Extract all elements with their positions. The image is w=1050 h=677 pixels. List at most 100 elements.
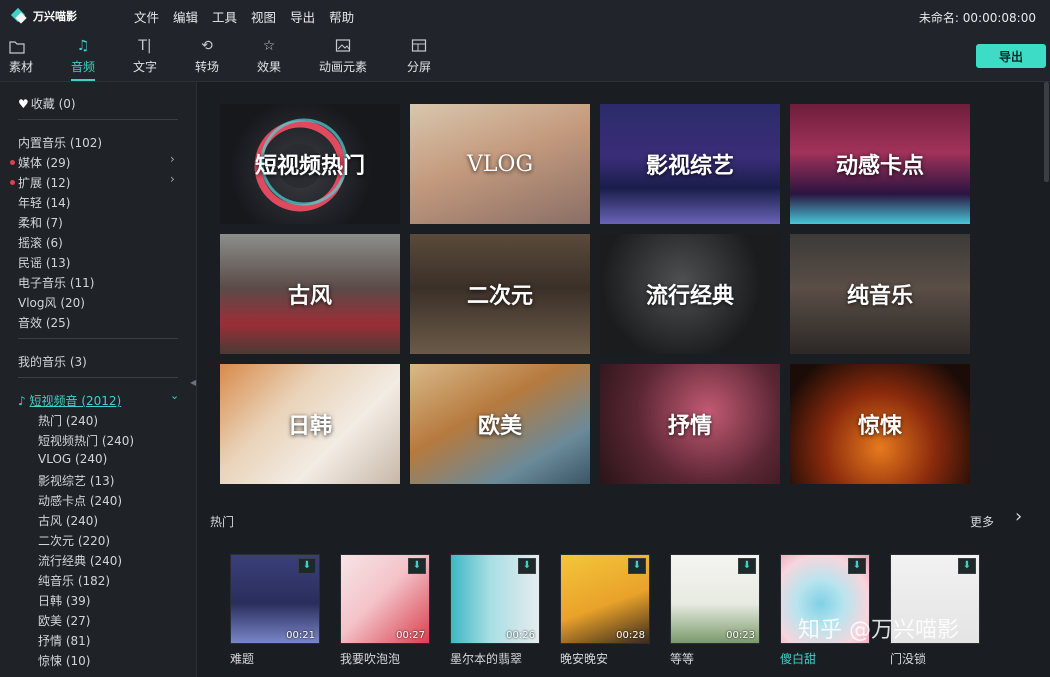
menu-file[interactable]: 文件: [127, 7, 166, 26]
sidebar-sub-variety[interactable]: 影视综艺 (13): [38, 472, 114, 489]
download-icon[interactable]: ⬇: [628, 558, 646, 574]
collapse-handle-icon[interactable]: ◀: [190, 378, 196, 387]
tab-audio[interactable]: ♫ 音频: [71, 36, 96, 81]
sidebar-sub-pure-music[interactable]: 纯音乐 (182): [38, 572, 110, 589]
export-button[interactable]: 导出: [976, 44, 1046, 68]
tab-text[interactable]: T| 文字: [133, 36, 157, 75]
category-tile[interactable]: 日韩: [220, 364, 400, 484]
tab-effects[interactable]: ☆ 效果: [257, 36, 281, 75]
app-logo: 万兴喵影: [13, 8, 113, 24]
sidebar-sub-vlog[interactable]: VLOG (240): [38, 452, 107, 466]
download-icon[interactable]: ⬇: [958, 558, 976, 574]
category-tile[interactable]: 二次元: [410, 234, 590, 354]
download-icon[interactable]: ⬇: [298, 558, 316, 574]
sidebar-sub-western[interactable]: 欧美 (27): [38, 612, 90, 629]
image-icon: [335, 39, 351, 52]
sidebar-sub-pop-classic[interactable]: 流行经典 (240): [38, 552, 122, 569]
sidebar-item-electronic[interactable]: 电子音乐 (11): [18, 274, 94, 291]
category-tile[interactable]: 纯音乐: [790, 234, 970, 354]
song-title: 晚安晚安: [560, 652, 609, 666]
sidebar-sub-beat[interactable]: 动感卡点 (240): [38, 492, 122, 509]
category-tile[interactable]: 流行经典: [600, 234, 780, 354]
category-tile[interactable]: VLOG: [410, 104, 590, 224]
sidebar-item-media[interactable]: 媒体 (29): [18, 154, 70, 171]
category-tile[interactable]: 短视频热门: [220, 104, 400, 224]
more-link[interactable]: 更多: [970, 513, 994, 530]
sidebar-item-vlog-style[interactable]: Vlog风 (20): [18, 294, 85, 311]
chevron-right-icon[interactable]: ›: [170, 152, 175, 166]
category-tile[interactable]: 抒情: [600, 364, 780, 484]
sidebar-item-sound-effects[interactable]: 音效 (25): [18, 314, 70, 331]
song-cover: ⬇ 00:27: [340, 554, 430, 644]
sidebar-sub-short-video-hot[interactable]: 短视频热门 (240): [38, 432, 134, 449]
alert-dot-icon: [10, 160, 15, 165]
category-sidebar: ♥ 收藏 (0) 内置音乐 (102) 媒体 (29) › 扩展 (12) › 年…: [0, 82, 197, 677]
chevron-down-icon[interactable]: ⌄: [170, 389, 179, 402]
section-title-hot: 热门: [210, 515, 235, 529]
category-tile[interactable]: 欧美: [410, 364, 590, 484]
text-icon: T|: [138, 38, 152, 54]
sidebar-sub-jpkr[interactable]: 日韩 (39): [38, 592, 90, 609]
category-tile[interactable]: 惊悚: [790, 364, 970, 484]
alert-dot-icon: [10, 180, 15, 185]
download-icon[interactable]: ⬇: [848, 558, 866, 574]
divider: [18, 119, 178, 120]
tab-media[interactable]: 素材: [9, 36, 33, 75]
song-card[interactable]: ⬇ 00:23 等等: [670, 554, 760, 667]
vertical-scrollbar[interactable]: [1044, 82, 1049, 182]
song-title: 门没锁: [890, 652, 927, 666]
app-name: 万兴喵影: [33, 10, 77, 23]
song-duration: 00:28: [616, 630, 645, 641]
sidebar-item-young[interactable]: 年轻 (14): [18, 194, 70, 211]
sidebar-item-folk[interactable]: 民谣 (13): [18, 254, 70, 271]
song-duration: 00:23: [726, 630, 755, 641]
song-card[interactable]: ⬇ 00:26 墨尔本的翡翠: [450, 554, 540, 667]
sidebar-item-favorites[interactable]: ♥ 收藏 (0): [18, 95, 76, 112]
heart-icon: ♥: [18, 97, 29, 111]
tab-transition[interactable]: ⟲ 转场: [195, 36, 219, 75]
sidebar-item-my-music[interactable]: 我的音乐 (3): [18, 353, 87, 370]
folder-icon: [9, 41, 25, 54]
sidebar-item-builtin[interactable]: 内置音乐 (102): [18, 134, 102, 151]
chevron-right-icon[interactable]: ›: [1015, 506, 1022, 527]
watermark: 知乎 @万兴喵影: [798, 618, 959, 643]
menu-edit[interactable]: 编辑: [166, 7, 205, 26]
song-cover: ⬇ 00:21: [230, 554, 320, 644]
tab-split-screen[interactable]: 分屏: [407, 36, 431, 75]
menu-help[interactable]: 帮助: [322, 7, 361, 26]
sidebar-item-rock[interactable]: 摇滚 (6): [18, 234, 63, 251]
song-title: 傻白甜: [780, 652, 817, 666]
logo-icon: [13, 8, 27, 24]
menu-tools[interactable]: 工具: [205, 7, 244, 26]
sidebar-sub-ancient[interactable]: 古风 (240): [38, 512, 98, 529]
menu-export[interactable]: 导出: [283, 7, 322, 26]
sidebar-sub-lyric[interactable]: 抒情 (81): [38, 632, 90, 649]
effects-icon: ☆: [262, 38, 276, 54]
project-title-duration: 未命名: 00:00:08:00: [918, 11, 1036, 25]
song-card[interactable]: ⬇ 00:28 晚安晚安: [560, 554, 650, 667]
download-icon[interactable]: ⬇: [408, 558, 426, 574]
category-tile[interactable]: 古风: [220, 234, 400, 354]
sidebar-sub-thriller[interactable]: 惊悚 (10): [38, 652, 90, 669]
category-tile[interactable]: 影视综艺: [600, 104, 780, 224]
sidebar-item-extend[interactable]: 扩展 (12): [18, 174, 70, 191]
song-duration: 00:26: [506, 630, 535, 641]
sidebar-sub-hot[interactable]: 热门 (240): [38, 412, 98, 429]
song-card[interactable]: ⬇ 门没锁: [890, 554, 980, 667]
sidebar-item-soft[interactable]: 柔和 (7): [18, 214, 63, 231]
category-tile[interactable]: 动感卡点: [790, 104, 970, 224]
sidebar-sub-anime[interactable]: 二次元 (220): [38, 532, 110, 549]
song-card[interactable]: ⬇ 00:21 难题: [230, 554, 320, 667]
transition-icon: ⟲: [201, 38, 213, 54]
chevron-right-icon[interactable]: ›: [170, 172, 175, 186]
song-title: 我要吹泡泡: [340, 652, 401, 666]
song-card[interactable]: ⬇ 00:27 我要吹泡泡: [340, 554, 430, 667]
song-duration: 00:27: [396, 630, 425, 641]
song-card[interactable]: ⬇ 傻白甜: [780, 554, 870, 667]
tab-elements[interactable]: 动画元素: [319, 36, 367, 75]
media-toolbar: 素材 ♫ 音频 T| 文字 ⟲ 转场 ☆ 效果 动画元素 分屏 导出: [0, 32, 1050, 82]
sidebar-item-short-video[interactable]: ♪ 短视频音 (2012): [18, 392, 121, 409]
menu-view[interactable]: 视图: [244, 7, 283, 26]
download-icon[interactable]: ⬇: [518, 558, 536, 574]
download-icon[interactable]: ⬇: [738, 558, 756, 574]
